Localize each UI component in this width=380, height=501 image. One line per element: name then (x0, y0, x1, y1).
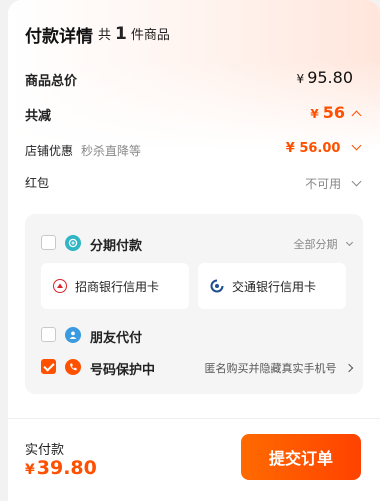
paid-value: 39.80 (36, 457, 97, 479)
chevron-up-icon (351, 110, 362, 121)
reduction-label: 共减 (25, 109, 52, 124)
total-price-label: 商品总价 (25, 74, 78, 89)
red-packet-toggle[interactable]: 不可用 (305, 175, 362, 192)
bocom-bank-icon (210, 279, 224, 293)
installment-label: 分期付款 (90, 239, 143, 254)
shop-discount-value: ¥ 56.00 (285, 141, 341, 156)
reduction-currency: ¥ (310, 107, 319, 121)
chevron-right-icon (344, 363, 354, 373)
total-price-amount: 95.80 (307, 68, 353, 87)
paid-currency: ¥ (25, 462, 35, 478)
privacy-desc: 匿名购买并隐藏真实手机号 (204, 362, 337, 375)
installment-checkbox[interactable] (41, 235, 56, 250)
reduction-amount: 56 (322, 103, 345, 122)
shop-discount-desc: 秒杀直降等 (81, 144, 142, 158)
privacy-label: 号码保护中 (90, 363, 156, 378)
friend-pay-icon (65, 327, 81, 343)
red-packet-label: 红包 (25, 176, 50, 190)
chevron-down-icon (351, 140, 362, 151)
shop-discount-toggle[interactable]: ¥ 56.00 (285, 140, 362, 156)
privacy-checkbox[interactable] (41, 359, 56, 374)
total-price-currency: ¥ (296, 72, 305, 86)
phone-shield-icon (65, 359, 81, 375)
item-count: 共 1 件商品 (98, 24, 170, 44)
installment-icon (65, 235, 81, 251)
item-count-suffix: 件商品 (130, 28, 170, 43)
installment-selector[interactable]: 全部分期 (293, 236, 354, 252)
cmb-bank-icon (53, 279, 67, 293)
installment-action-label: 全部分期 (293, 238, 338, 251)
chevron-down-icon (345, 238, 354, 247)
card-label-bocom: 交通银行信用卡 (232, 279, 317, 294)
item-count-prefix: 共 (98, 28, 112, 43)
reduction-toggle[interactable]: ¥ 56 (310, 103, 362, 122)
payment-sheet: 付款详情 共 1 件商品 商品总价 ¥95.80 共减 ¥ 56 店铺优惠 秒杀… (8, 0, 380, 501)
item-count-number: 1 (115, 24, 127, 44)
card-option-cmb[interactable]: 招商银行信用卡 (41, 263, 189, 309)
chevron-down-icon (351, 176, 362, 187)
shop-discount-label: 店铺优惠 (25, 144, 74, 158)
red-packet-value: 不可用 (305, 177, 342, 191)
sheet-title: 付款详情 (25, 27, 93, 47)
paid-label: 实付款 (25, 443, 65, 458)
total-price-value: ¥95.80 (297, 68, 353, 87)
card-label-cmb: 招商银行信用卡 (75, 279, 160, 294)
privacy-detail-link[interactable]: 匿名购买并隐藏真实手机号 (204, 360, 354, 376)
friend-pay-checkbox[interactable] (41, 327, 56, 342)
submit-order-button[interactable]: 提交订单 (241, 434, 361, 480)
footer-divider (8, 418, 380, 419)
friend-pay-label: 朋友代付 (90, 331, 143, 346)
card-option-bocom[interactable]: 交通银行信用卡 (198, 263, 346, 309)
paid-amount: ¥39.80 (25, 457, 97, 479)
